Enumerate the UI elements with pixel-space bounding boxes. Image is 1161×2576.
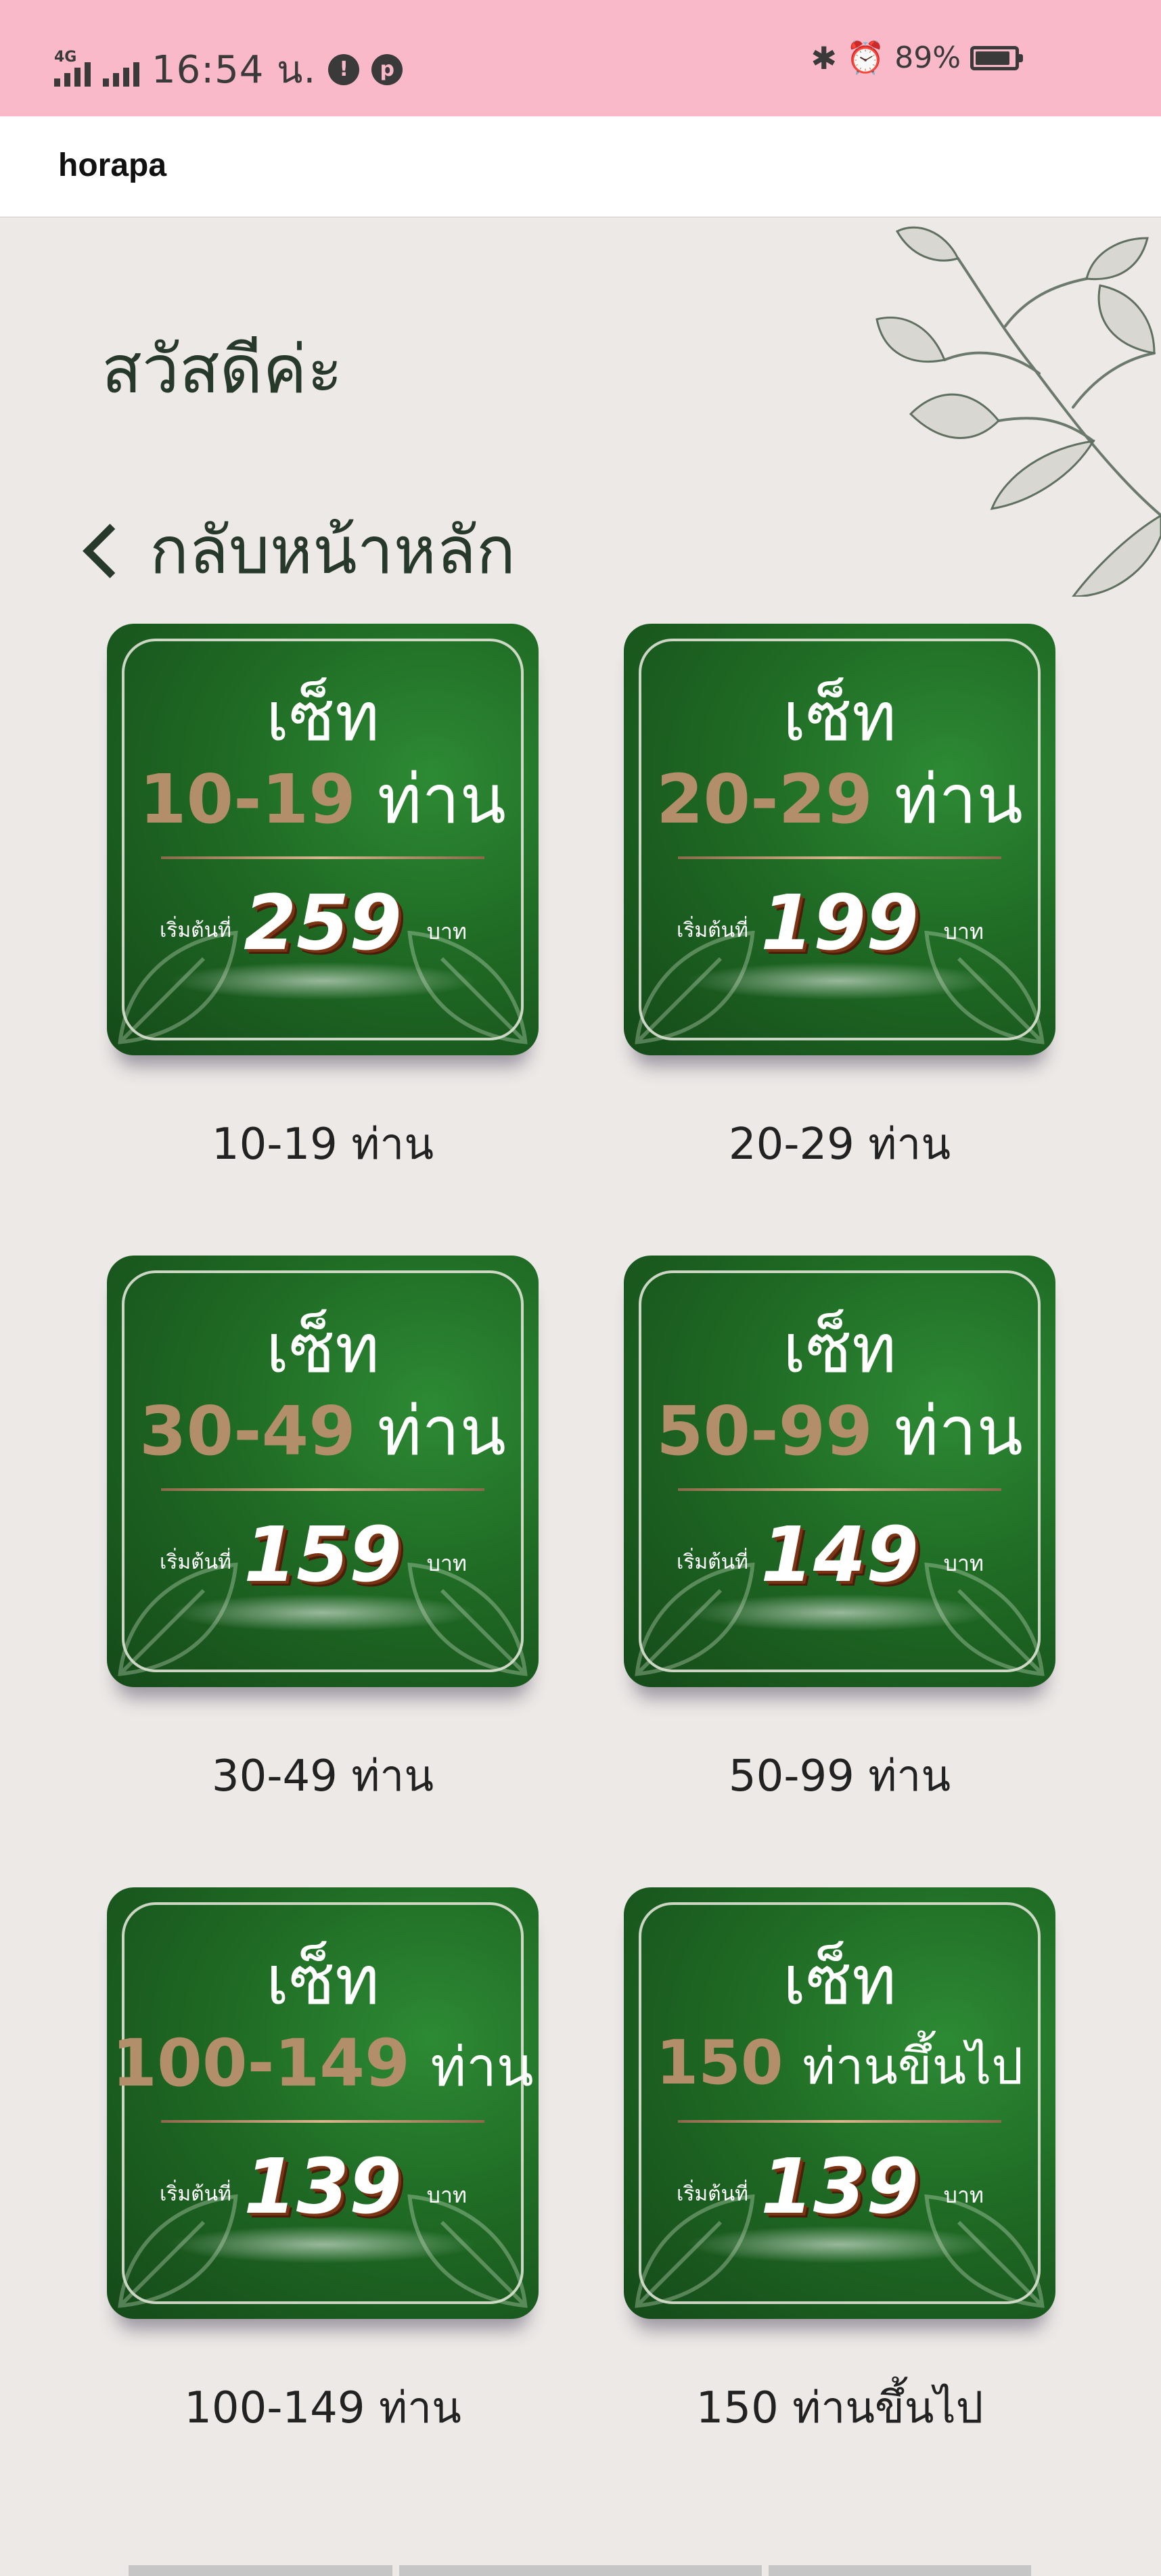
package-card[interactable]: เซ็ท 100-149 ท่าน เริ่มต้นที่ 139 บาท	[107, 1887, 539, 2319]
back-to-home-link[interactable]: กลับหน้าหลัก	[74, 499, 516, 602]
package-caption[interactable]: 100-149 ท่าน	[107, 2373, 539, 2442]
card-range: 50-99	[656, 1392, 873, 1471]
package-card[interactable]: เซ็ท 10-19 ท่าน เริ่มต้นที่ 259 บาท	[107, 624, 539, 1055]
bottom-tab[interactable]	[399, 2565, 762, 2576]
card-price-row: เริ่มต้นที่ 159 บาท	[107, 1511, 539, 1599]
pinterest-icon: p	[371, 53, 403, 85]
card-currency: บาท	[426, 1550, 467, 1576]
card-set-label: เซ็ท	[783, 677, 896, 756]
battery-icon	[970, 45, 1023, 70]
bottom-tab[interactable]	[769, 2565, 1031, 2576]
signal-bars-icon	[103, 53, 139, 87]
package-card[interactable]: เซ็ท 20-29 ท่าน เริ่มต้นที่ 199 บาท	[624, 624, 1055, 1055]
card-divider	[161, 1488, 484, 1491]
card-currency: บาท	[943, 2182, 984, 2208]
card-currency: บาท	[943, 1550, 984, 1576]
card-size: 30-49 ท่าน	[107, 1398, 539, 1465]
card-range: 150	[656, 2027, 783, 2098]
battery-percent: 89%	[894, 41, 961, 75]
card-set-label: เซ็ท	[266, 677, 380, 756]
back-to-home-label: กลับหน้าหลัก	[150, 513, 516, 589]
card-divider	[678, 856, 1001, 859]
card-set-label: เซ็ท	[783, 1941, 896, 2020]
card-size: 50-99 ท่าน	[624, 1398, 1055, 1465]
card-glow	[685, 962, 995, 1000]
card-price-row: เริ่มต้นที่ 139 บาท	[624, 2143, 1055, 2231]
card-glow	[168, 962, 478, 1000]
card-unit: ท่าน	[377, 760, 507, 839]
status-bar: 4G 16:54 น. ! p ✱ ⏰ 89%	[0, 0, 1161, 116]
status-bar-right: ✱ ⏰ 89%	[811, 39, 1023, 76]
card-glow	[168, 1594, 478, 1632]
card-price: 199	[760, 879, 919, 967]
card-size: 20-29 ท่าน	[624, 766, 1055, 833]
card-unit: ท่าน	[377, 1392, 507, 1471]
package-card[interactable]: เซ็ท 30-49 ท่าน เริ่มต้นที่ 159 บาท	[107, 1256, 539, 1687]
card-divider	[161, 856, 484, 859]
alarm-clock-icon: ⏰	[846, 39, 886, 76]
card-price-row: เริ่มต้นที่ 139 บาท	[107, 2143, 539, 2231]
chevron-left-icon	[83, 523, 137, 578]
card-range: 10-19	[139, 760, 356, 839]
card-currency: บาท	[426, 2182, 467, 2208]
app-bar: horapa	[0, 116, 1161, 218]
package-caption[interactable]: 20-29 ท่าน	[624, 1109, 1055, 1178]
greeting-heading: สวัสดีค่ะ	[101, 331, 343, 409]
card-price: 149	[760, 1511, 919, 1599]
card-price: 159	[244, 1511, 402, 1599]
card-set-label: เซ็ท	[783, 1309, 896, 1388]
package-item-30-49: เซ็ท 30-49 ท่าน เริ่มต้นที่ 159 บาท 30-4…	[107, 1256, 539, 1810]
card-range: 20-29	[656, 760, 873, 839]
bottom-tab[interactable]	[129, 2565, 392, 2576]
card-unit: ท่านขึ้นไป	[802, 2038, 1024, 2096]
card-price-row: เริ่มต้นที่ 149 บาท	[624, 1511, 1055, 1599]
card-currency: บาท	[943, 919, 984, 944]
package-item-20-29: เซ็ท 20-29 ท่าน เริ่มต้นที่ 199 บาท 20-2…	[624, 624, 1055, 1178]
card-unit: ท่าน	[894, 1392, 1024, 1471]
package-item-10-19: เซ็ท 10-19 ท่าน เริ่มต้นที่ 259 บาท 10-1…	[107, 624, 539, 1178]
status-bar-left: 4G 16:54 น. ! p	[54, 39, 403, 99]
signal-bars-icon: 4G	[54, 49, 91, 87]
card-glow	[685, 1594, 995, 1632]
package-item-100-149: เซ็ท 100-149 ท่าน เริ่มต้นที่ 139 บาท 10…	[107, 1887, 539, 2442]
card-glow	[685, 2226, 995, 2263]
card-set-label: เซ็ท	[266, 1941, 380, 2020]
card-price: 139	[244, 2143, 402, 2231]
card-unit: ท่าน	[894, 760, 1024, 839]
battery-level	[976, 51, 1009, 65]
card-size: 100-149 ท่าน	[107, 2029, 539, 2101]
package-item-50-99: เซ็ท 50-99 ท่าน เริ่มต้นที่ 149 บาท 50-9…	[624, 1256, 1055, 1810]
card-set-label: เซ็ท	[266, 1309, 380, 1388]
package-caption[interactable]: 50-99 ท่าน	[624, 1741, 1055, 1810]
card-range: 100-149	[112, 2025, 410, 2101]
app-title: horapa	[58, 147, 167, 183]
status-time: 16:54 น.	[152, 48, 317, 92]
card-glow	[168, 2226, 478, 2263]
package-card[interactable]: เซ็ท 50-99 ท่าน เริ่มต้นที่ 149 บาท	[624, 1256, 1055, 1687]
package-item-150-plus: เซ็ท 150 ท่านขึ้นไป เริ่มต้นที่ 139 บาท …	[624, 1887, 1055, 2442]
package-caption[interactable]: 30-49 ท่าน	[107, 1741, 539, 1810]
card-price: 259	[244, 879, 402, 967]
card-price-row: เริ่มต้นที่ 199 บาท	[624, 879, 1055, 967]
leaf-branch-illustration	[875, 226, 1161, 597]
card-size: 150 ท่านขึ้นไป	[624, 2029, 1055, 2100]
card-price-row: เริ่มต้นที่ 259 บาท	[107, 879, 539, 967]
card-divider	[678, 2120, 1001, 2123]
bluetooth-icon: ✱	[811, 39, 837, 76]
network-type: 4G	[54, 48, 77, 66]
card-price: 139	[760, 2143, 919, 2231]
card-range: 30-49	[139, 1392, 356, 1471]
card-divider	[678, 1488, 1001, 1491]
card-divider	[161, 2120, 484, 2123]
card-size: 10-19 ท่าน	[107, 766, 539, 833]
package-caption[interactable]: 150 ท่านขึ้นไป	[624, 2373, 1055, 2442]
package-card[interactable]: เซ็ท 150 ท่านขึ้นไป เริ่มต้นที่ 139 บาท	[624, 1887, 1055, 2319]
card-unit: ท่าน	[430, 2036, 534, 2098]
card-currency: บาท	[426, 919, 467, 944]
alert-circle-icon: !	[328, 53, 360, 85]
package-caption[interactable]: 10-19 ท่าน	[107, 1109, 539, 1178]
